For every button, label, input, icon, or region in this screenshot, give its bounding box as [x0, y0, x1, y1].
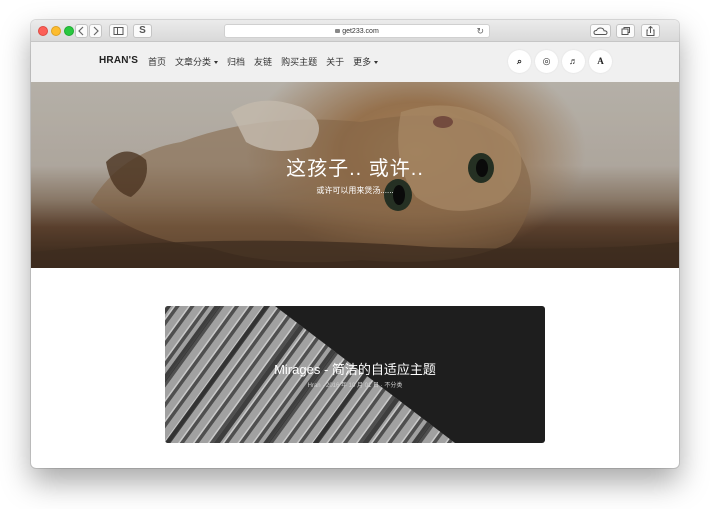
music-button[interactable]: ♬: [562, 50, 585, 73]
menu-item-about[interactable]: 关于: [326, 55, 344, 68]
font-icon: A: [597, 56, 604, 66]
menu-item-home[interactable]: 首页: [148, 55, 166, 68]
browser-window: S get233.com ↻ + HRAN'S 首页 文章分类 归档 友链 购买…: [31, 20, 679, 468]
address-bar[interactable]: get233.com ↻: [224, 24, 490, 38]
github-button[interactable]: ◎: [535, 50, 558, 73]
minimize-window-button[interactable]: [51, 26, 61, 36]
icloud-tabs-button[interactable]: [590, 24, 611, 38]
zoom-window-button[interactable]: [64, 26, 74, 36]
share-icon: [646, 25, 655, 36]
forward-button[interactable]: [89, 24, 102, 38]
forward-icon: [93, 26, 99, 36]
reload-icon[interactable]: ↻: [476, 25, 484, 38]
caret-down-icon: [214, 61, 219, 64]
hero-title: 这孩子.. 或许..: [286, 158, 424, 180]
sidebar-button[interactable]: [109, 24, 128, 38]
menu-item-more[interactable]: 更多: [353, 55, 379, 68]
url-text: get233.com: [342, 28, 379, 35]
menu-item-label: 文章分类: [175, 57, 212, 67]
menu-item-buy-theme[interactable]: 购买主题: [281, 55, 317, 68]
github-icon: ◎: [542, 56, 551, 66]
music-icon: ♬: [569, 56, 578, 66]
menu-item-label: 更多: [353, 57, 372, 67]
main-menu: 首页 文章分类 归档 友链 购买主题 关于 更多: [148, 55, 379, 68]
post-title[interactable]: Mirages - 简洁的自适应主题: [165, 359, 545, 378]
back-button[interactable]: [75, 24, 88, 38]
share-button[interactable]: [641, 24, 660, 38]
menu-item-archive[interactable]: 归档: [227, 55, 245, 68]
cloud-icon: [593, 27, 608, 35]
menu-item-categories[interactable]: 文章分类: [175, 55, 219, 68]
menu-item-links[interactable]: 友链: [254, 55, 272, 68]
back-icon: [78, 26, 84, 36]
show-tabs-button[interactable]: [616, 24, 635, 38]
font-button[interactable]: A: [589, 50, 612, 73]
sidebar-icon: [113, 27, 124, 35]
close-window-button[interactable]: [38, 26, 48, 36]
search-icon: ⌕: [516, 56, 523, 66]
extension-button[interactable]: S: [133, 24, 152, 38]
post-meta: Hran · 2016 年 10 月 01 日 · 不分类: [307, 383, 403, 389]
browser-toolbar: S get233.com ↻: [31, 20, 679, 42]
hero-subtitle: 或许可以用来煲汤......: [316, 186, 394, 195]
caret-down-icon: [374, 61, 379, 64]
hero-banner: 这孩子.. 或许.. 或许可以用来煲汤......: [31, 82, 679, 268]
site-logo[interactable]: HRAN'S: [99, 55, 138, 66]
site-navbar: HRAN'S 首页 文章分类 归档 友链 购买主题 关于 更多 ⌕ ◎ ♬ A: [31, 42, 679, 82]
post-card[interactable]: Mirages - 简洁的自适应主题 Hran · 2016 年 10 月 01…: [165, 306, 545, 443]
search-button[interactable]: ⌕: [508, 50, 531, 73]
lock-icon: [335, 29, 341, 33]
tabs-icon: [621, 27, 630, 35]
